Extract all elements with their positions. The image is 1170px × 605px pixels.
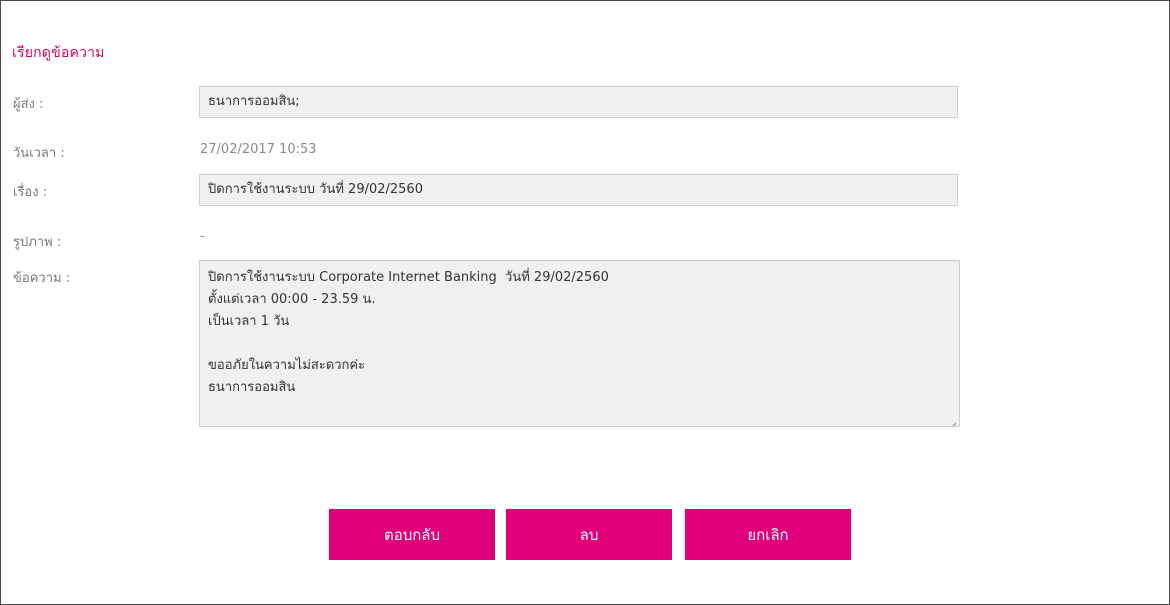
message-line: ธนาการออมสิน [208,380,296,395]
subject-label: เรื่อง : [13,185,48,200]
datetime-value: 27/02/2017 10:53 [200,142,317,157]
page-title: เรียกดูข้อความ [12,45,105,61]
message-line: ปิดการใช้งานระบบ Corporate Internet Bank… [208,270,609,285]
reply-button[interactable]: ตอบกลับ [329,509,495,560]
message-textarea[interactable]: ปิดการใช้งานระบบ Corporate Internet Bank… [199,260,960,427]
delete-button[interactable]: ลบ [506,509,672,560]
message-label: ข้อความ : [13,271,71,286]
image-value: - [200,229,205,244]
sender-field[interactable]: ธนาการออมสิน; [199,86,958,118]
message-line: ขออภัยในความไม่สะดวกค่ะ [208,358,366,373]
datetime-label: วันเวลา : [13,146,65,161]
subject-field[interactable]: ปิดการใช้งานระบบ วันที่ 29/02/2560 [199,174,958,206]
resize-grip-icon[interactable] [949,416,957,426]
cancel-button[interactable]: ยกเลิก [685,509,851,560]
message-line: ตั้งแต่เวลา 00:00 - 23.59 น. [208,292,376,307]
sender-label: ผู้ส่ง : [13,97,44,112]
message-view-panel: เรียกดูข้อความ ผู้ส่ง : ธนาการออมสิน; วั… [0,0,1170,605]
message-line [208,333,951,355]
image-label: รูปภาพ : [13,235,62,250]
message-line: เป็นเวลา 1 วัน [208,314,290,329]
